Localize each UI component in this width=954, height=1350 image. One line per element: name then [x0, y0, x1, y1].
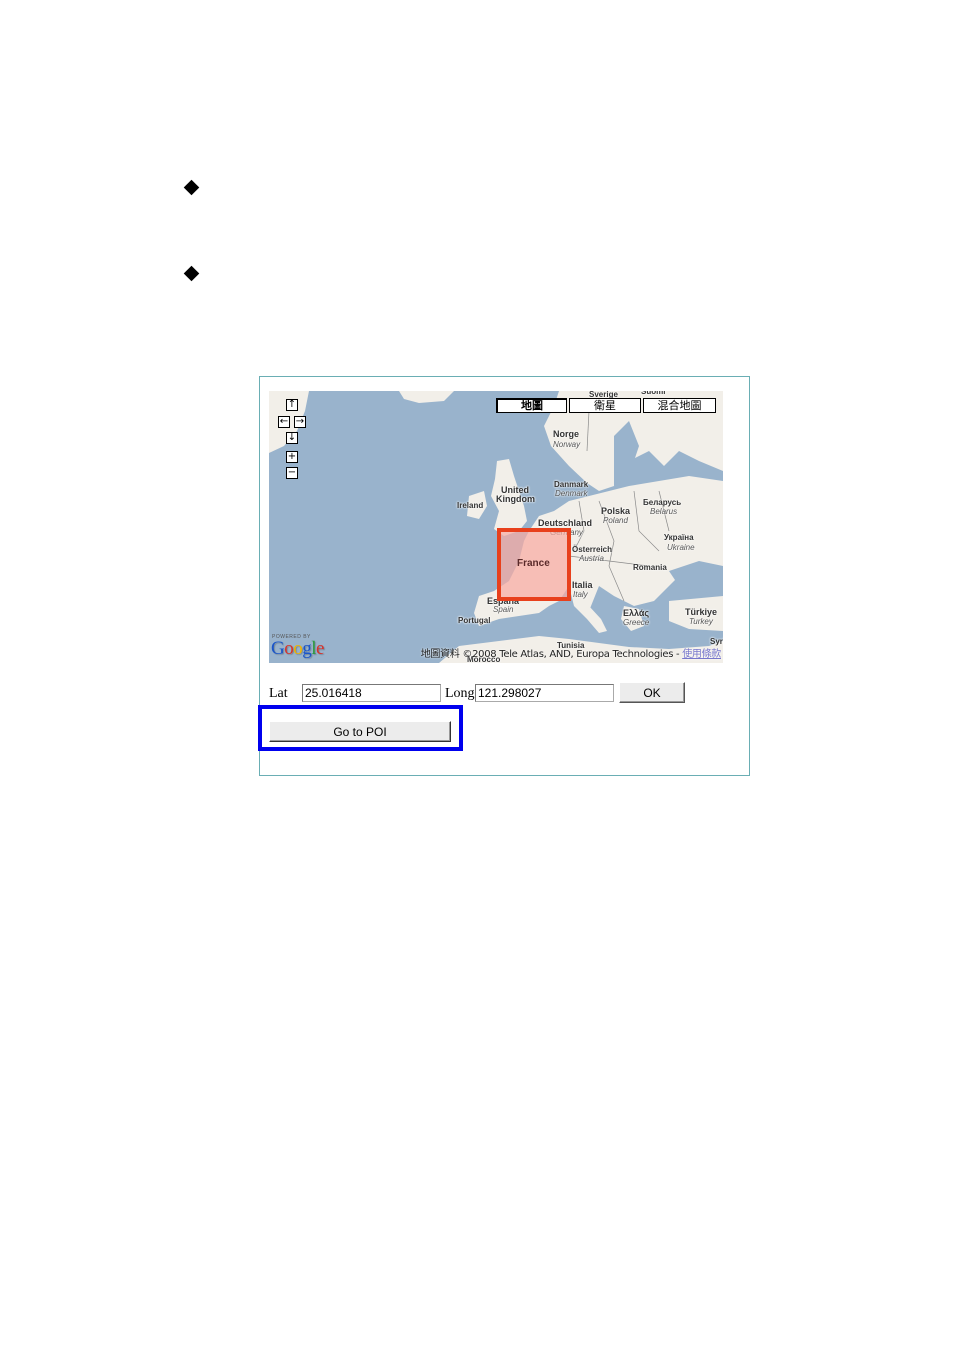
lat-input[interactable]	[302, 684, 441, 702]
pan-right-button[interactable]: →	[294, 416, 306, 428]
zoom-in-button[interactable]: +	[286, 451, 298, 463]
map-label: Italy	[573, 590, 588, 599]
map-land-shapes	[269, 391, 723, 663]
map-type-hybrid-button[interactable]: 混合地圖	[643, 398, 716, 413]
map-label: Türkiye	[685, 607, 718, 617]
map-label: Kingdom	[496, 494, 535, 504]
go-to-poi-button[interactable]: Go to POI	[269, 721, 451, 742]
map-label: Deutschland	[538, 518, 593, 528]
long-label: Long	[445, 686, 475, 701]
pan-up-button[interactable]: ↑	[286, 399, 298, 411]
france-highlight-region[interactable]: France	[497, 528, 571, 601]
map-label: Poland	[603, 516, 628, 525]
map-label: Turkey	[689, 617, 713, 626]
map-copyright: 地圖資料 ©2008 Tele Atlas, AND, Europa Techn…	[420, 645, 722, 660]
map-label: Norge	[553, 429, 580, 439]
map-type-satellite-button[interactable]: 衛星	[569, 398, 641, 413]
diamond-bullet-icon	[183, 179, 200, 196]
map-label: Україна	[664, 533, 694, 542]
google-logo-letter: g	[302, 638, 312, 659]
map-label: Spain	[493, 605, 514, 614]
google-logo-letter: o	[284, 638, 294, 659]
google-logo-letter: e	[316, 638, 324, 659]
map-label: Polska	[601, 506, 631, 516]
map-type-map-button[interactable]: 地圖	[496, 398, 567, 413]
map-label: Portugal	[458, 616, 491, 625]
france-label: France	[517, 558, 550, 569]
map-label: Norway	[553, 440, 581, 449]
map-label: Italia	[572, 580, 593, 590]
google-logo-letter: G	[271, 638, 285, 659]
copyright-text: 地圖資料 ©2008 Tele Atlas, AND, Europa Techn…	[420, 649, 683, 660]
zoom-out-button[interactable]: −	[286, 467, 298, 479]
diamond-bullet-icon	[183, 265, 200, 282]
google-logo[interactable]: Google	[271, 639, 324, 659]
pan-left-button[interactable]: ←	[278, 416, 290, 428]
map-label: Romania	[633, 563, 667, 572]
map-label: Greece	[623, 618, 650, 627]
map-label: Ireland	[457, 501, 484, 510]
long-input[interactable]	[475, 684, 614, 702]
google-logo-letter: o	[293, 638, 303, 659]
terms-of-use-link[interactable]: 使用條款	[682, 649, 721, 660]
ok-button[interactable]: OK	[619, 682, 685, 703]
map-canvas[interactable]: Sverige Suomi Norge Norway Ireland Unite…	[269, 391, 723, 663]
map-label: Denmark	[555, 489, 588, 498]
map-label: Austria	[579, 554, 604, 563]
map-label: Ελλάς	[623, 608, 650, 618]
map-label: Belarus	[650, 507, 678, 516]
map-label: Suomi	[641, 391, 666, 396]
pan-down-button[interactable]: ↓	[286, 432, 298, 444]
map-label: Ukraine	[667, 543, 695, 552]
land-iceland	[399, 391, 454, 403]
lat-label: Lat	[269, 686, 288, 701]
